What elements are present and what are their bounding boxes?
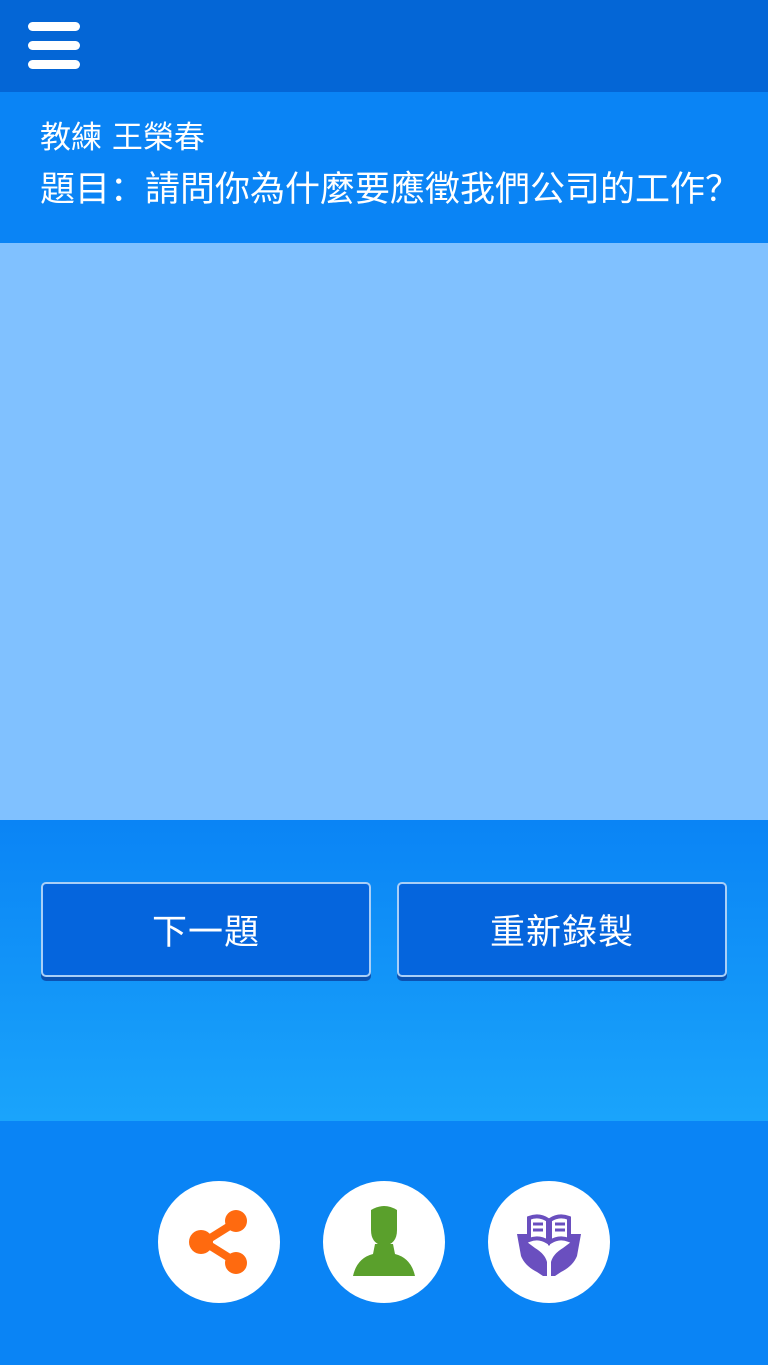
video-recording-area[interactable] [0,243,768,820]
re-record-button[interactable]: 重新錄製 [397,882,727,977]
user-profile-icon [353,1206,415,1276]
menu-line [28,60,80,69]
share-button[interactable] [158,1181,280,1303]
coach-name: 教練 王榮春 [40,120,205,156]
question-header: 教練 王榮春 題目：請問你為什麼要應徵我們公司的工作？ [0,92,768,243]
next-question-button[interactable]: 下一題 [41,882,371,977]
bottom-nav [0,1121,768,1365]
top-app-bar [0,0,768,92]
question-text: 題目：請問你為什麼要應徵我們公司的工作？ [40,170,741,210]
share-icon [189,1210,247,1274]
profile-button[interactable] [323,1181,445,1303]
menu-line [28,22,80,31]
controls-panel: 下一題 重新錄製 [0,820,768,1121]
menu-line [28,41,80,50]
book-in-hands-icon [517,1214,581,1276]
learning-button[interactable] [488,1181,610,1303]
hamburger-menu-icon[interactable] [28,22,80,70]
